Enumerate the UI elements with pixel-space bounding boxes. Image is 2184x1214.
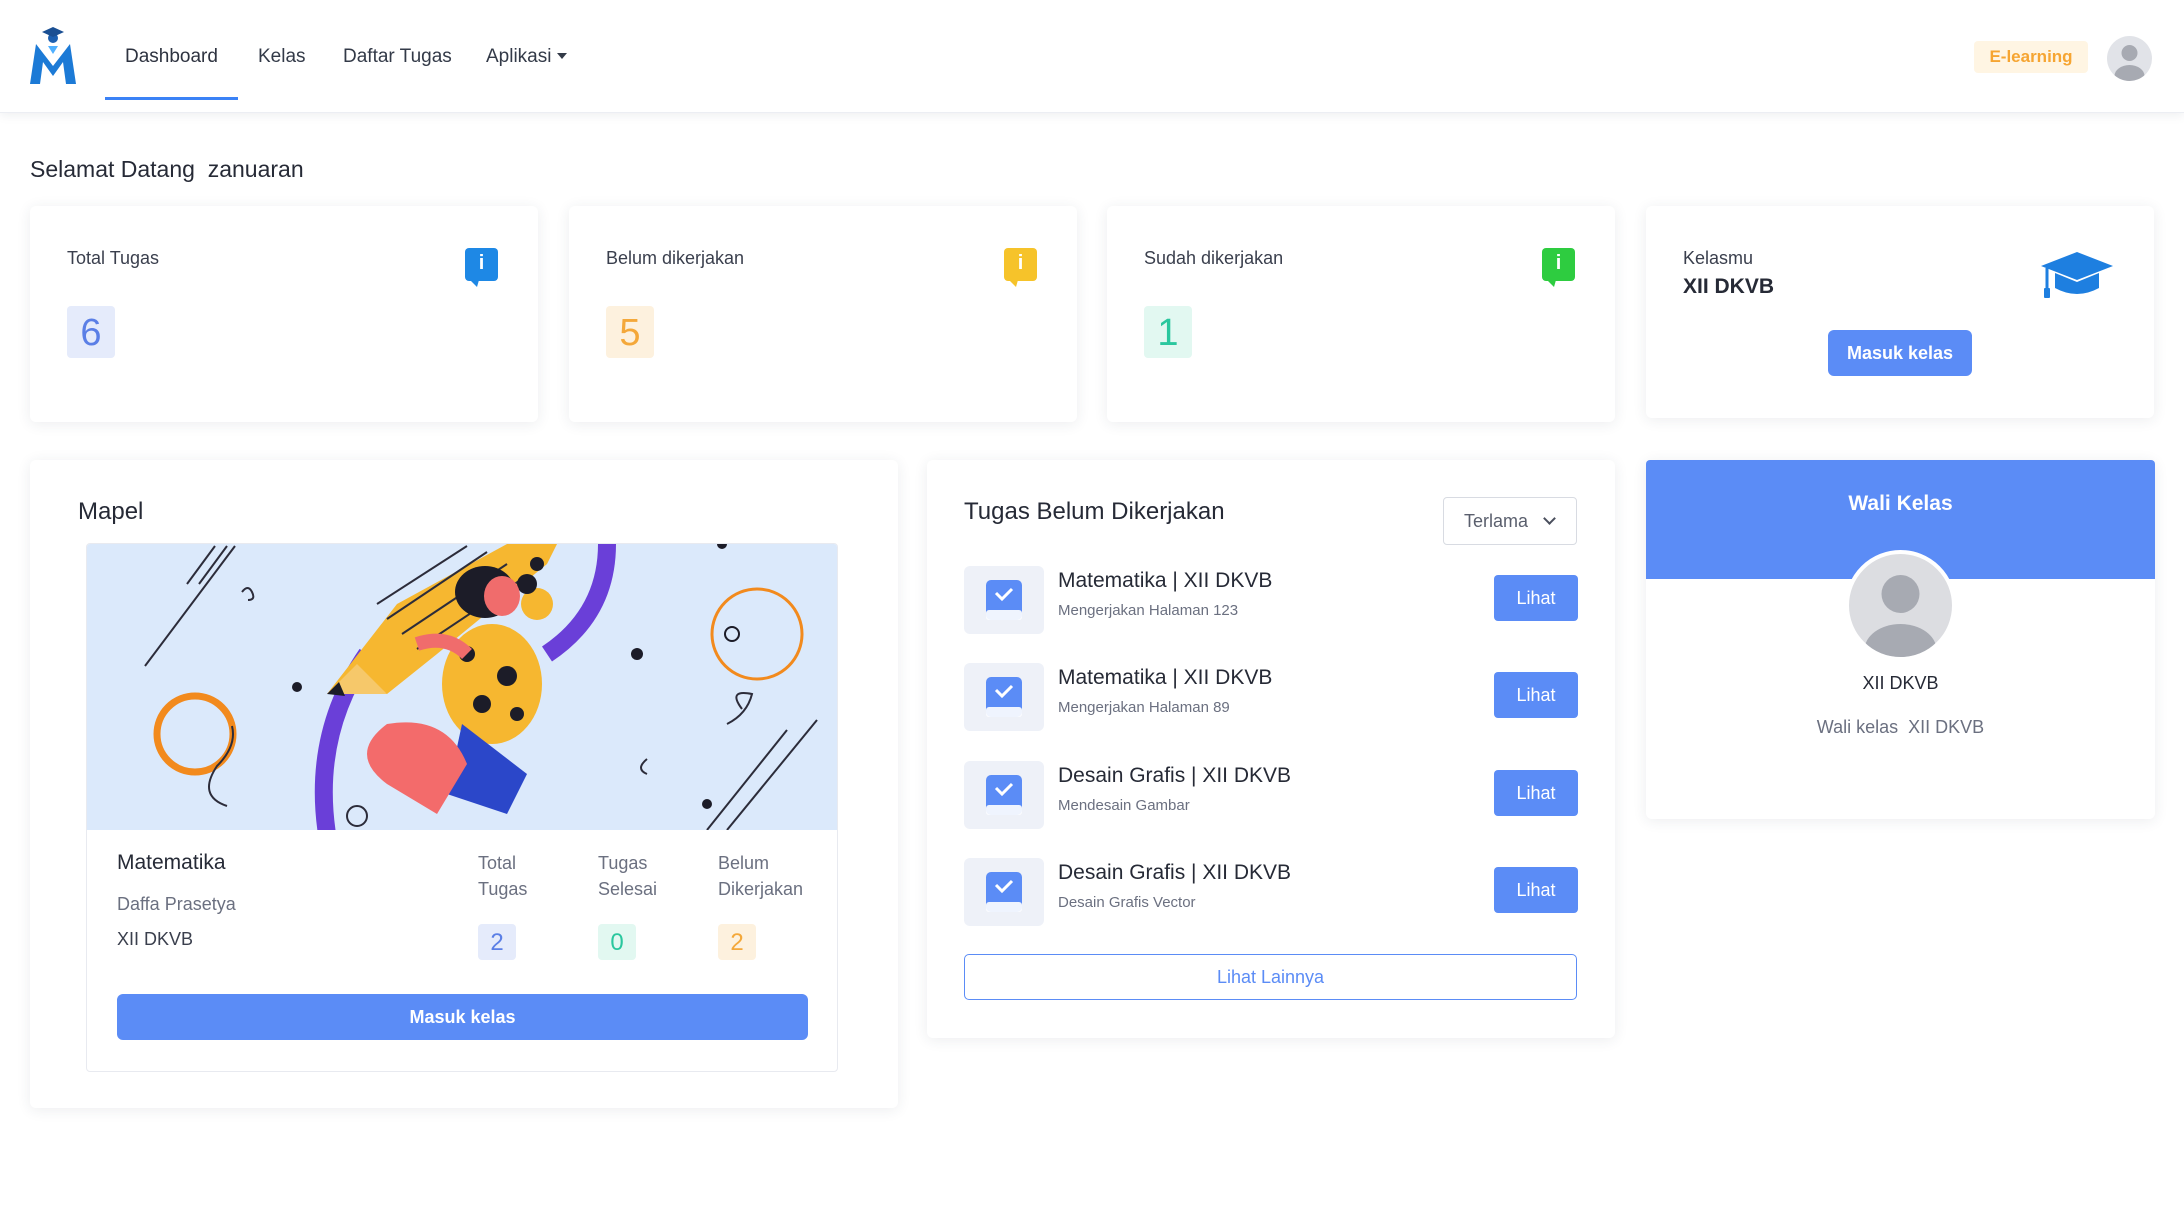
stat-card-total-tugas: Total Tugas i 6: [30, 206, 538, 422]
task-icon-box: [964, 663, 1044, 731]
task-item: Matematika | XII DKVB Mengerjakan Halama…: [964, 663, 1578, 745]
lihat-lainnya-button[interactable]: Lihat Lainnya: [964, 954, 1577, 1000]
wali-kelas-description: Wali kelas XII DKVB: [1816, 717, 1985, 737]
mapel-class-name: XII DKVB: [117, 929, 194, 949]
caret-down-icon: [557, 53, 568, 59]
school-logo-icon[interactable]: [28, 24, 78, 86]
lihat-button[interactable]: Lihat: [1494, 770, 1578, 816]
task-title: Matematika | XII DKVB: [1058, 569, 1273, 592]
top-navbar: Dashboard Kelas Daftar Tugas Aplikasi E-…: [0, 0, 2184, 113]
task-item: Desain Grafis | XII DKVB Mendesain Gamba…: [964, 761, 1578, 843]
stat-label: Total Tugas: [67, 248, 160, 268]
masuk-kelas-button[interactable]: Masuk kelas: [1828, 330, 1972, 376]
task-item: Matematika | XII DKVB Mengerjakan Halama…: [964, 566, 1578, 648]
sort-selected-value: Terlama: [1464, 511, 1529, 531]
mapel-subject-card: Matematika Daffa Prasetya XII DKVB Total…: [86, 543, 838, 1072]
wali-avatar-icon: [1845, 550, 1956, 661]
nav-active-indicator: [105, 97, 238, 100]
wali-kelas-name: XII DKVB: [1862, 673, 1939, 693]
graduation-cap-icon: [2041, 252, 2113, 298]
stat-label: Sudah dikerjakan: [1144, 248, 1284, 268]
welcome-heading: Selamat Datang zanuaran: [30, 156, 304, 182]
stat-card-belum-dikerjakan: Belum dikerjakan i 5: [569, 206, 1077, 422]
task-desc: Mendesain Gambar: [1058, 797, 1190, 814]
subject-illustration: [87, 544, 837, 830]
elearning-badge: E-learning: [1974, 41, 2088, 73]
nav-aplikasi-dropdown[interactable]: Aplikasi: [486, 0, 568, 100]
task-checkbook-icon: [986, 677, 1022, 717]
nav-daftar-tugas[interactable]: Daftar Tugas: [343, 0, 452, 100]
mapel-col-belum-dikerjakan-label: Belum Dikerjakan: [718, 853, 804, 899]
kelasmu-label: Kelasmu: [1683, 248, 1754, 268]
lihat-button[interactable]: Lihat: [1494, 672, 1578, 718]
mapel-col-total-tugas-label: Total Tugas: [478, 853, 528, 899]
wali-kelas-title: Wali Kelas: [1848, 492, 1953, 515]
info-icon: i: [1542, 248, 1575, 287]
stat-value: 6: [67, 306, 115, 358]
tugas-card: Tugas Belum Dikerjakan Terlama Matematik…: [927, 460, 1615, 1038]
nav-dashboard[interactable]: Dashboard: [125, 0, 218, 100]
mapel-total-tugas-value: 2: [478, 924, 516, 960]
task-item: Desain Grafis | XII DKVB Desain Grafis V…: [964, 858, 1578, 940]
task-title: Desain Grafis | XII DKVB: [1058, 764, 1292, 787]
sort-dropdown[interactable]: Terlama: [1443, 497, 1577, 545]
task-desc: Mengerjakan Halaman 123: [1058, 602, 1239, 619]
mapel-teacher-name: Daffa Prasetya: [117, 894, 236, 914]
kelasmu-card: Kelasmu XII DKVB Masuk kelas: [1646, 206, 2154, 418]
mapel-col-tugas-selesai-label: Tugas Selesai: [598, 853, 658, 899]
nav-aplikasi-label: Aplikasi: [486, 46, 552, 67]
stat-value: 5: [606, 306, 654, 358]
chevron-down-icon: [1543, 512, 1556, 525]
nav-kelas[interactable]: Kelas: [258, 0, 306, 100]
task-checkbook-icon: [986, 580, 1022, 620]
mapel-subject-name: Matematika: [117, 851, 226, 874]
lihat-button[interactable]: Lihat: [1494, 867, 1578, 913]
task-desc: Mengerjakan Halaman 89: [1058, 699, 1230, 716]
mapel-belum-dikerjakan-value: 2: [718, 924, 756, 960]
mapel-masuk-kelas-button[interactable]: Masuk kelas: [117, 994, 808, 1040]
kelasmu-class-name: XII DKVB: [1683, 275, 1775, 298]
task-checkbook-icon: [986, 775, 1022, 815]
task-icon-box: [964, 566, 1044, 634]
lihat-button[interactable]: Lihat: [1494, 575, 1578, 621]
stat-card-sudah-dikerjakan: Sudah dikerjakan i 1: [1107, 206, 1615, 422]
stat-value: 1: [1144, 306, 1192, 358]
task-desc: Desain Grafis Vector: [1058, 894, 1196, 911]
stat-label: Belum dikerjakan: [606, 248, 745, 268]
task-icon-box: [964, 761, 1044, 829]
info-icon: i: [465, 248, 498, 287]
user-avatar-icon[interactable]: [2107, 36, 2152, 81]
mapel-card: Mapel Matematika Daffa Prasetya XII DKVB…: [30, 460, 898, 1108]
tugas-title: Tugas Belum Dikerjakan: [964, 498, 1225, 525]
task-title: Matematika | XII DKVB: [1058, 666, 1273, 689]
task-title: Desain Grafis | XII DKVB: [1058, 861, 1292, 884]
mapel-tugas-selesai-value: 0: [598, 924, 636, 960]
wali-kelas-card: Wali Kelas XII DKVB Wali kelas XII DKVB: [1646, 460, 2155, 819]
mapel-title: Mapel: [78, 498, 144, 525]
task-checkbook-icon: [986, 872, 1022, 912]
task-icon-box: [964, 858, 1044, 926]
info-icon: i: [1004, 248, 1037, 287]
